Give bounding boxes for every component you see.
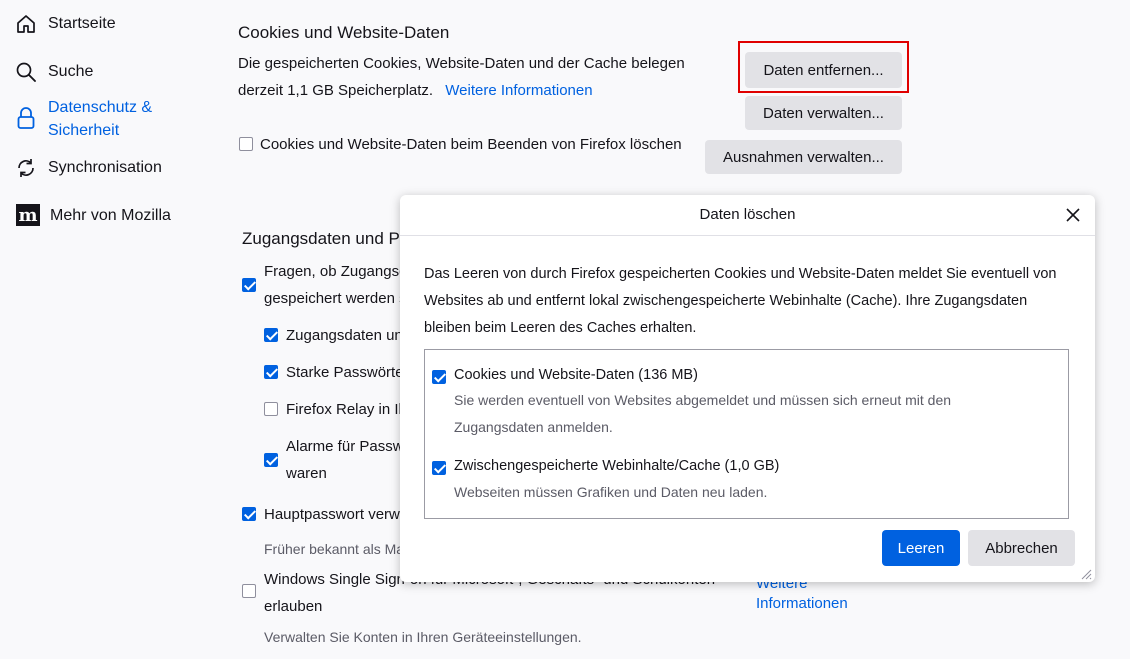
close-icon[interactable]: [1063, 205, 1083, 225]
sidebar-item-sync[interactable]: Synchronisation: [14, 156, 162, 180]
home-icon: [14, 12, 38, 36]
cache-option-desc: Webseiten müssen Grafiken und Daten neu …: [454, 484, 768, 500]
strong-passwords-label: Starke Passwörter: [286, 364, 409, 381]
relay-checkbox[interactable]: [264, 402, 278, 416]
breach-alerts-line1: Alarme für Passw: [286, 438, 404, 455]
relay-label: Firefox Relay in Ih: [286, 401, 407, 418]
cookies-option-label[interactable]: Cookies und Website-Daten (136 MB): [454, 367, 698, 383]
delete-on-close-label: Cookies und Website-Daten beim Beenden v…: [260, 136, 682, 153]
resize-grip-icon[interactable]: [1080, 567, 1092, 580]
lock-icon: [14, 106, 38, 130]
highlight-box: [738, 41, 909, 93]
cookies-heading: Cookies und Website-Daten: [238, 23, 450, 42]
clear-data-dialog: Daten löschen Das Leeren von durch Firef…: [400, 195, 1095, 582]
sidebar-item-home[interactable]: Startseite: [14, 12, 116, 36]
privacy-label-line2: Sicherheit: [48, 122, 120, 139]
dialog-description: Das Leeren von durch Firefox gespeichert…: [424, 261, 1074, 342]
sync-icon: [14, 156, 38, 180]
manage-exceptions-button[interactable]: Ausnahmen verwalten...: [705, 140, 902, 174]
sso-more-info-line2: Informationen: [756, 595, 848, 612]
more-info-link[interactable]: Weitere Informationen: [445, 82, 592, 99]
cookies-usage-text: derzeit 1,1 GB Speicherplatz.: [238, 82, 434, 99]
dialog-title: Daten löschen: [400, 195, 1095, 236]
cookies-option-checkbox[interactable]: [432, 370, 446, 384]
dialog-desc-line1: Das Leeren von durch Firefox gespeichert…: [424, 266, 1057, 282]
windows-sso-sub: Verwalten Sie Konten in Ihren Geräteeins…: [264, 629, 582, 645]
logins-heading: Zugangsdaten und P: [242, 229, 400, 248]
search-icon: [14, 60, 38, 84]
primary-password-sub: Früher bekannt als Ma: [264, 541, 405, 557]
mozilla-icon: m: [16, 204, 40, 226]
cancel-button[interactable]: Abbrechen: [968, 530, 1075, 566]
ask-save-line2: gespeichert werden s: [264, 290, 407, 307]
sidebar-item-label: Startseite: [48, 15, 116, 32]
sidebar-item-mozilla[interactable]: m Mehr von Mozilla: [16, 204, 171, 227]
primary-password-checkbox[interactable]: [242, 507, 256, 521]
sidebar-item-label: Synchronisation: [48, 159, 162, 176]
windows-sso-checkbox[interactable]: [242, 584, 256, 598]
cache-option-label[interactable]: Zwischengespeicherte Webinhalte/Cache (1…: [454, 458, 779, 474]
primary-password-label: Hauptpasswort verw: [264, 506, 400, 523]
cookies-desc-line1: Die gespeicherten Cookies, Website-Daten…: [238, 55, 685, 72]
sidebar-item-privacy[interactable]: Datenschutz & Sicherheit: [14, 96, 152, 142]
ask-save-checkbox[interactable]: [242, 278, 256, 292]
windows-sso-line2: erlauben: [264, 598, 323, 615]
ask-save-line1: Fragen, ob Zugangsd: [264, 263, 408, 280]
sidebar-item-label: Datenschutz & Sicherheit: [48, 96, 152, 142]
dialog-desc-line3: bleiben beim Leeren des Caches erhalten.: [424, 320, 697, 336]
cookies-option-desc1: Sie werden eventuell von Websites abgeme…: [454, 392, 952, 408]
dialog-desc-line2: Websites ab und entfernt lokal zwischeng…: [424, 293, 1028, 309]
manage-data-button[interactable]: Daten verwalten...: [745, 96, 902, 130]
sidebar-item-label: Suche: [48, 63, 94, 80]
privacy-label-line1: Datenschutz &: [48, 99, 153, 116]
breach-alerts-checkbox[interactable]: [264, 453, 278, 467]
clear-button[interactable]: Leeren: [882, 530, 960, 566]
sidebar-item-label: Mehr von Mozilla: [50, 207, 171, 224]
breach-alerts-line2: waren: [286, 465, 327, 482]
sidebar-item-search[interactable]: Suche: [14, 60, 93, 84]
cookies-desc-line2: derzeit 1,1 GB Speicherplatz. Weitere In…: [238, 77, 593, 104]
cache-option-checkbox[interactable]: [432, 461, 446, 475]
strong-passwords-checkbox[interactable]: [264, 365, 278, 379]
autofill-label: Zugangsdaten un: [286, 327, 403, 344]
autofill-checkbox[interactable]: [264, 328, 278, 342]
options-box: Cookies und Website-Daten (136 MB) Sie w…: [424, 349, 1069, 519]
cookies-option-desc2: Zugangsdaten anmelden.: [454, 419, 613, 435]
delete-on-close-checkbox[interactable]: [239, 137, 253, 151]
